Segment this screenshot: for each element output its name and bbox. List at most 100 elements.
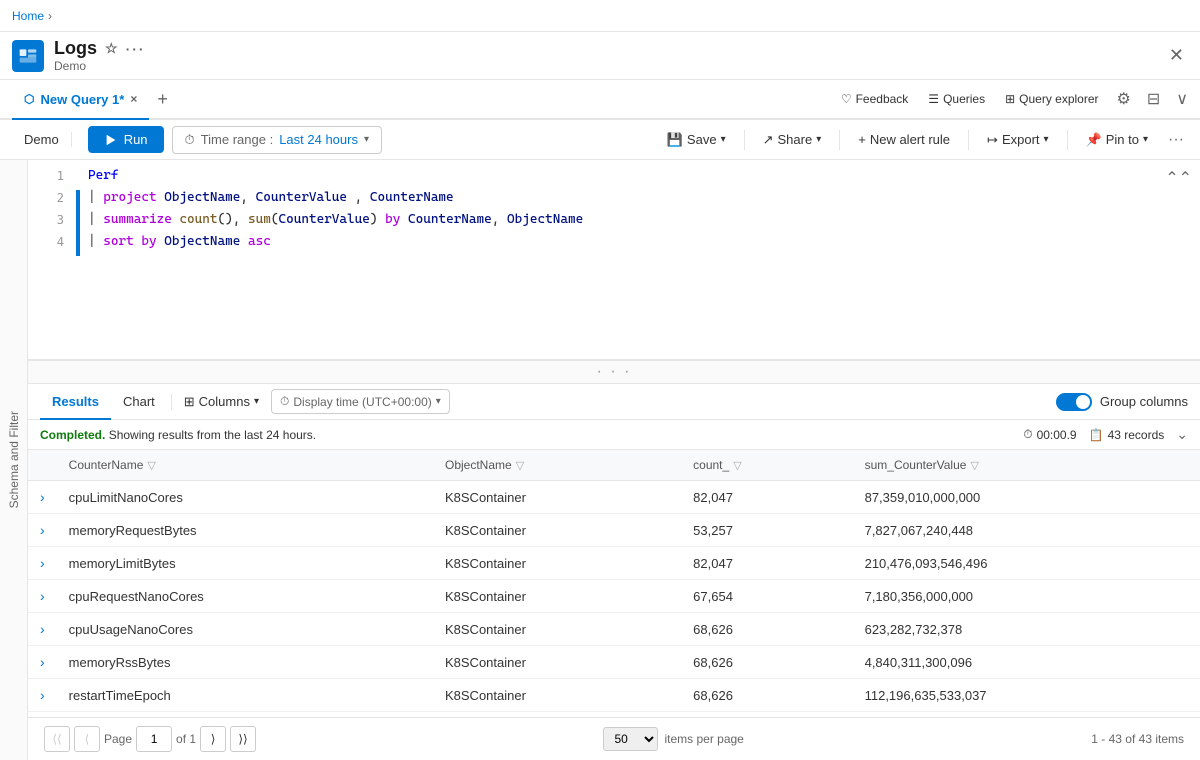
cell-counter: cpuUsageNanoCores xyxy=(57,613,433,646)
clock-icon: ⏱ xyxy=(280,394,289,409)
workspace-label: Demo xyxy=(12,132,72,147)
tab-bar: ⬡ New Query 1* × + ♡ Feedback ☰ Queries … xyxy=(0,80,1200,120)
save-button[interactable]: 💾 Save ▾ xyxy=(659,128,734,152)
app-subtitle: Demo xyxy=(54,59,1165,73)
last-page-button[interactable]: ⟩⟩ xyxy=(230,726,256,752)
code-editor[interactable]: 1 Perf 2 | project ObjectName, CounterVa… xyxy=(28,160,1200,360)
run-button[interactable]: Run xyxy=(88,126,164,153)
expand-cell[interactable]: › xyxy=(28,481,57,514)
cell-count: 68,626 xyxy=(681,613,852,646)
cell-counter: memoryRssBytes xyxy=(57,646,433,679)
time-range-button[interactable]: ⏱ Time range : Last 24 hours ▾ xyxy=(172,126,382,154)
breadcrumb-home[interactable]: Home xyxy=(12,9,44,23)
expand-results-button[interactable]: ⌄ xyxy=(1176,426,1188,443)
filter-icon-sum[interactable]: ▽ xyxy=(970,459,978,472)
display-time-button[interactable]: ⏱ Display time (UTC+00:00) ▾ xyxy=(271,389,450,414)
th-expand xyxy=(28,450,57,481)
header-more-icon[interactable]: ··· xyxy=(126,41,146,57)
more-actions-button[interactable]: ··· xyxy=(1164,127,1188,153)
prev-page-button[interactable]: ⟨ xyxy=(74,726,100,752)
cell-sum: 7,180,356,000,000 xyxy=(853,580,1200,613)
queries-button[interactable]: ☰ Queries xyxy=(922,88,991,110)
pin-chevron-icon: ▾ xyxy=(1143,134,1148,145)
group-columns-toggle[interactable] xyxy=(1056,393,1092,411)
layout-icon[interactable]: ⊟ xyxy=(1143,85,1164,113)
chevron-down-icon: ▾ xyxy=(364,134,369,145)
cell-count: 53,257 xyxy=(681,514,852,547)
feedback-icon: ♡ xyxy=(841,92,852,106)
page-input[interactable] xyxy=(136,726,172,752)
first-page-button[interactable]: ⟨⟨ xyxy=(44,726,70,752)
query-bar: Demo Run ⏱ Time range : Last 24 hours ▾ … xyxy=(0,120,1200,160)
resize-handle[interactable]: · · · xyxy=(28,360,1200,384)
tab-new-query-1[interactable]: ⬡ New Query 1* × xyxy=(12,80,149,120)
tab-chart[interactable]: Chart xyxy=(111,384,167,420)
pin-to-button[interactable]: 📌 Pin to ▾ xyxy=(1078,128,1156,152)
of-label: of 1 xyxy=(176,732,196,746)
collapse-editor-button[interactable]: ⌃⌃ xyxy=(1165,168,1192,188)
next-page-button[interactable]: ⟩ xyxy=(200,726,226,752)
star-icon[interactable]: ☆ xyxy=(105,40,118,57)
app-title-block: Logs ☆ ··· Demo xyxy=(54,38,1165,73)
export-chevron-icon: ▾ xyxy=(1044,134,1049,145)
columns-icon: ⊞ xyxy=(184,394,195,410)
expand-cell[interactable]: › xyxy=(28,580,57,613)
app-header: Logs ☆ ··· Demo ✕ xyxy=(0,32,1200,80)
per-page-select[interactable]: 50 100 200 xyxy=(603,727,658,751)
save-icon: 💾 xyxy=(667,132,683,148)
page-label: Page xyxy=(104,732,132,746)
records-icon: 📋 xyxy=(1089,428,1104,442)
query-explorer-button[interactable]: ⊞ Query explorer xyxy=(999,88,1104,110)
tab-toolbar: ♡ Feedback ☰ Queries ⊞ Query explorer ⚙ … xyxy=(835,85,1200,113)
results-table: CounterName ▽ ObjectName ▽ xyxy=(28,450,1200,717)
filter-icon-count[interactable]: ▽ xyxy=(733,459,741,472)
cell-count: 67,654 xyxy=(681,580,852,613)
clock-icon: ⏱ xyxy=(185,132,195,148)
columns-chevron-icon: ▾ xyxy=(254,396,259,407)
cell-sum: 623,282,732,378 xyxy=(853,613,1200,646)
table-row: › memoryRequestBytes K8SContainer 53,257… xyxy=(28,514,1200,547)
cell-object: K8SContainer xyxy=(433,514,681,547)
tab-add-button[interactable]: + xyxy=(149,85,176,114)
export-button[interactable]: ↦ Export ▾ xyxy=(979,128,1057,152)
cell-count: 82,047 xyxy=(681,547,852,580)
expand-cell[interactable]: › xyxy=(28,613,57,646)
new-alert-button[interactable]: + New alert rule xyxy=(850,128,958,151)
close-button[interactable]: ✕ xyxy=(1165,41,1188,70)
expand-cell[interactable]: › xyxy=(28,514,57,547)
tab-separator xyxy=(171,394,172,410)
app-title: Logs ☆ ··· xyxy=(54,38,1165,59)
pin-icon: 📌 xyxy=(1086,132,1102,148)
results-area: Results Chart ⊞ Columns ▾ ⏱ Display time… xyxy=(28,384,1200,760)
columns-button[interactable]: ⊞ Columns ▾ xyxy=(176,390,267,414)
table-container: CounterName ▽ ObjectName ▽ xyxy=(28,450,1200,717)
table-row: › restartTimeEpoch K8SContainer 68,626 1… xyxy=(28,679,1200,712)
cell-sum: 112,196,635,533,037 xyxy=(853,679,1200,712)
expand-cell[interactable]: › xyxy=(28,547,57,580)
share-chevron-icon: ▾ xyxy=(816,134,821,145)
settings-icon[interactable]: ⚙ xyxy=(1113,85,1135,113)
tab-close-icon[interactable]: × xyxy=(130,92,137,106)
qbar-divider-3 xyxy=(968,130,969,150)
header-row: CounterName ▽ ObjectName ▽ xyxy=(28,450,1200,481)
side-panel[interactable]: Schema and Filter xyxy=(0,160,28,760)
filter-icon-objectname[interactable]: ▽ xyxy=(516,459,524,472)
table-row: › cpuUsageNanoCores K8SContainer 68,626 … xyxy=(28,613,1200,646)
table-row: › memoryLimitBytes K8SContainer 82,047 2… xyxy=(28,547,1200,580)
results-tabs: Results Chart ⊞ Columns ▾ ⏱ Display time… xyxy=(28,384,1200,420)
export-icon: ↦ xyxy=(987,132,998,148)
feedback-button[interactable]: ♡ Feedback xyxy=(835,88,914,110)
alert-icon: + xyxy=(858,132,866,147)
records-count[interactable]: 📋 43 records xyxy=(1089,428,1165,442)
tab-results[interactable]: Results xyxy=(40,384,111,420)
page-controls: ⟨⟨ ⟨ Page of 1 ⟩ ⟩⟩ xyxy=(44,726,256,752)
expand-icon[interactable]: ∨ xyxy=(1172,85,1192,113)
expand-cell[interactable]: › xyxy=(28,679,57,712)
expand-cell[interactable]: › xyxy=(28,646,57,679)
filter-icon-countername[interactable]: ▽ xyxy=(147,459,155,472)
cell-sum: 210,476,093,546,496 xyxy=(853,547,1200,580)
resize-dots-icon: · · · xyxy=(597,363,632,381)
share-button[interactable]: ↗ Share ▾ xyxy=(755,128,830,152)
cell-sum: 4,840,311,300,096 xyxy=(853,646,1200,679)
query-explorer-icon: ⊞ xyxy=(1005,92,1015,106)
